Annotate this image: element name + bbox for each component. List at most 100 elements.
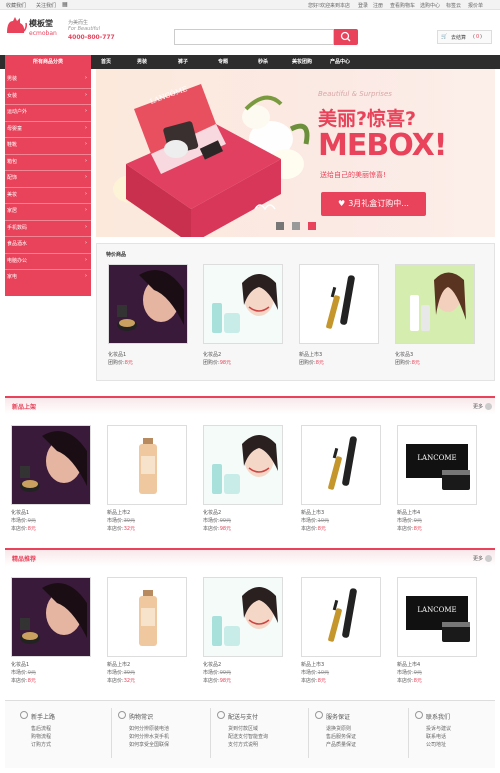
sidebar-item-7[interactable]: 美妆 — [7, 191, 17, 198]
product-name[interactable]: 新品上市3 — [301, 509, 324, 516]
special-product-name[interactable]: 新品上市3 — [299, 351, 322, 358]
special-product-image-1[interactable] — [203, 264, 283, 344]
chevron-right-icon: › — [85, 256, 87, 263]
qrcode-icon[interactable]: ▦ — [62, 1, 68, 8]
sidebar-item-9[interactable]: 手机数码 — [7, 224, 27, 231]
sidebar-item-11[interactable]: 电脑办公 — [7, 257, 27, 264]
recommended-product-image-1[interactable] — [107, 577, 187, 657]
select-center-link[interactable]: 选购中心 — [420, 2, 440, 9]
footer-link[interactable]: 支付方式说明 — [228, 741, 258, 748]
new-arrivals-product-image-0[interactable] — [11, 425, 91, 505]
nav-pants[interactable]: 裤子 — [178, 58, 188, 65]
login-link[interactable]: 登录 — [358, 2, 368, 9]
sidebar-divider — [5, 252, 91, 254]
product-name[interactable]: 新品上市4 — [397, 509, 420, 516]
shop-price-label: 本店价: — [301, 678, 318, 684]
footer-link[interactable]: 如何分辨原装电池 — [129, 725, 169, 732]
special-product-name[interactable]: 化妆品1 — [108, 351, 126, 358]
special-product-image-2[interactable] — [299, 264, 379, 344]
product-name[interactable]: 化妆品1 — [11, 661, 29, 668]
favorite-link[interactable]: 收藏我们 — [6, 2, 26, 9]
footer-link[interactable]: 货到付款区域 — [228, 725, 258, 732]
special-product-name[interactable]: 化妆品2 — [203, 351, 221, 358]
sidebar-item-10[interactable]: 食品酒水 — [7, 240, 27, 247]
sidebar-item-4[interactable]: 鞋靴 — [7, 141, 17, 148]
footer-link[interactable]: 联系电话 — [426, 733, 446, 740]
sidebar-item-6[interactable]: 配饰 — [7, 174, 17, 181]
slide-dot-1[interactable] — [276, 222, 284, 230]
nav-flash-sale[interactable]: 秒杀 — [258, 58, 268, 65]
footer-link[interactable]: 如何分辨水货手机 — [129, 733, 169, 740]
market-price: 39元 — [123, 518, 136, 524]
footer-link[interactable]: 订购方式 — [31, 741, 51, 748]
recommended-product-image-3[interactable] — [301, 577, 381, 657]
follow-link[interactable]: 关注我们 — [36, 2, 56, 9]
slide-dot-3[interactable] — [308, 222, 316, 230]
new-arrivals-product-image-2[interactable] — [203, 425, 283, 505]
more-arrow-icon[interactable] — [485, 403, 492, 410]
cart-link[interactable]: 查看购物车 — [390, 2, 415, 9]
footer-link[interactable]: 售后流程 — [31, 725, 51, 732]
recommended-header: 精品推荐 更多 — [5, 548, 495, 566]
sidebar-item-12[interactable]: 家电 — [7, 273, 17, 280]
quote-link[interactable]: 报价单 — [468, 2, 483, 9]
product-name[interactable]: 新品上市2 — [107, 661, 130, 668]
special-price-row: 团购价:8元 — [299, 359, 324, 366]
sidebar-item-1[interactable]: 女装 — [7, 92, 17, 99]
special-price-row: 团购价:8元 — [108, 359, 133, 366]
shop-price-label: 本店价: — [11, 526, 28, 532]
banner-order-button[interactable]: ♥ 3月礼盒订购中... — [321, 192, 426, 216]
more-link[interactable]: 更多 — [473, 555, 483, 562]
recommended-product-image-0[interactable] — [11, 577, 91, 657]
more-link[interactable]: 更多 — [473, 403, 483, 410]
tag-cloud-link[interactable]: 标签云 — [446, 2, 461, 9]
market-price-label: 市场价: — [397, 670, 414, 676]
nav-group-buy[interactable]: 美妆团购 — [292, 58, 312, 65]
footer-link[interactable]: 如何享受全国联保 — [129, 741, 169, 748]
new-arrivals-product-image-1[interactable] — [107, 425, 187, 505]
recommended-product-image-4[interactable]: LANCOME — [397, 577, 477, 657]
product-name[interactable]: 化妆品2 — [203, 661, 221, 668]
nav-menswear[interactable]: 男装 — [137, 58, 147, 65]
sidebar-item-5[interactable]: 箱包 — [7, 158, 17, 165]
footer-link[interactable]: 售后服务保证 — [326, 733, 356, 740]
footer-link[interactable]: 产品质量保证 — [326, 741, 356, 748]
new-arrivals-product-image-3[interactable] — [301, 425, 381, 505]
search-button[interactable] — [334, 29, 358, 45]
product-name[interactable]: 新品上市2 — [107, 509, 130, 516]
product-name[interactable]: 新品上市3 — [301, 661, 324, 668]
special-product-image-0[interactable] — [108, 264, 188, 344]
sidebar-item-0[interactable]: 男装 — [7, 75, 17, 82]
recommended-product-image-2[interactable] — [203, 577, 283, 657]
product-name[interactable]: 化妆品1 — [11, 509, 29, 516]
cart-button[interactable]: 🛒 去结算 ( 0 ) — [437, 30, 492, 44]
nav-products[interactable]: 产品中心 — [330, 58, 350, 65]
special-product-name[interactable]: 化妆品3 — [395, 351, 413, 358]
product-name[interactable]: 化妆品2 — [203, 509, 221, 516]
shop-price-row: 本店价:98元 — [203, 525, 231, 532]
register-link[interactable]: 注册 — [373, 2, 383, 9]
sidebar-item-2[interactable]: 运动户外 — [7, 108, 27, 115]
footer-link[interactable]: 退换货原则 — [326, 725, 351, 732]
nav-home[interactable]: 首页 — [101, 58, 111, 65]
new-arrivals-product-image-4[interactable]: LANCOME — [397, 425, 477, 505]
banner-brand: MEBOX! — [318, 128, 447, 163]
product-name[interactable]: 新品上市4 — [397, 661, 420, 668]
nav-topics[interactable]: 专题 — [218, 58, 228, 65]
footer-link[interactable]: 配送支付智能查询 — [228, 733, 268, 740]
sidebar-item-3[interactable]: 母婴童 — [7, 125, 22, 132]
sidebar-divider — [5, 203, 91, 204]
footer-link[interactable]: 购物流程 — [31, 733, 51, 740]
all-categories-button[interactable]: 所有商品分类 — [5, 55, 91, 69]
search-input[interactable] — [174, 29, 334, 45]
footer-column-title: 购物常识 — [129, 714, 154, 721]
logo-cat-icon[interactable] — [5, 15, 27, 35]
more-arrow-icon[interactable] — [485, 555, 492, 562]
sidebar-item-8[interactable]: 家居 — [7, 207, 17, 214]
footer-link[interactable]: 投诉与建议 — [426, 725, 451, 732]
footer-link[interactable]: 公司地址 — [426, 741, 446, 748]
logo-text[interactable]: 模板堂 — [29, 18, 53, 29]
slide-dot-2[interactable] — [292, 222, 300, 230]
special-product-image-3[interactable] — [395, 264, 475, 344]
group-price: 98元 — [219, 360, 232, 366]
